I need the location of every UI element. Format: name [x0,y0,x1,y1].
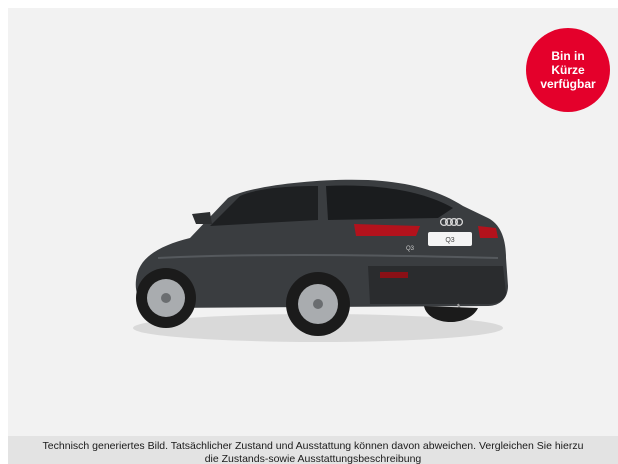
car-image: Q3 Q3 [133,179,508,342]
disclaimer-bar: Technisch generiertes Bild. Tatsächliche… [8,436,618,464]
availability-badge: Bin in Kürze verfügbar [526,28,610,112]
car-rear-window [326,185,453,220]
front-wheel [136,268,196,328]
reflector [380,272,408,278]
rear-wheel [286,272,350,336]
side-mirror [192,212,212,224]
model-badge-text: Q3 [406,246,415,252]
license-plate-text: Q3 [445,237,454,244]
disclaimer-line-2: die Zustands-sowie Ausstattungsbeschreib… [204,453,422,464]
car-rear-bumper [368,266,506,304]
badge-line-3: verfügbar [540,77,596,91]
vehicle-image-frame: Bin in Kürze verfügbar Q3 Q3 Technisch g… [8,8,618,464]
badge-line-2: Kürze [551,63,585,77]
badge-line-1: Bin in [551,49,585,63]
tail-light-left [354,224,420,236]
disclaimer-line-1: Technisch generiertes Bild. Tatsächliche… [42,440,584,452]
